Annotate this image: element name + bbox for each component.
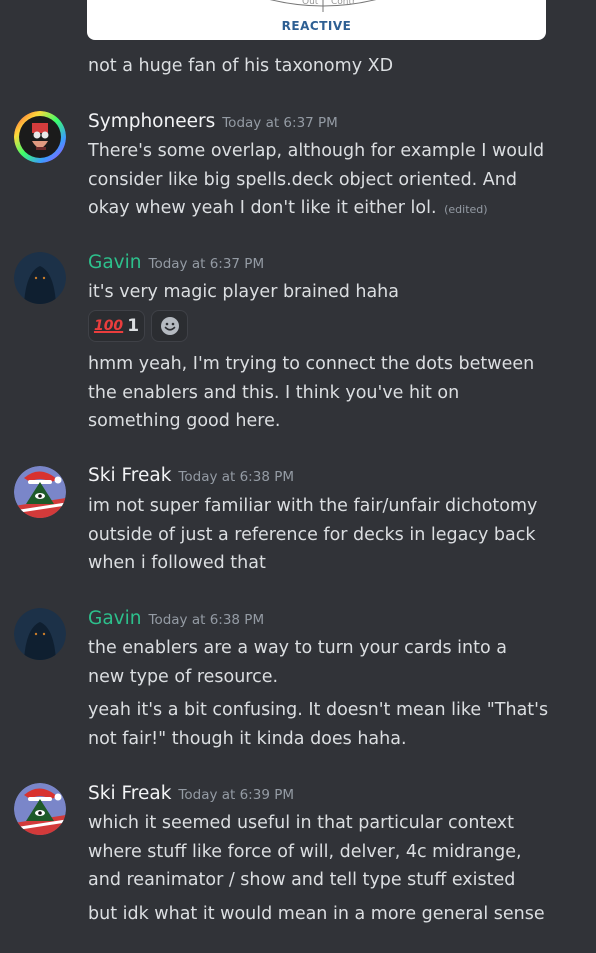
avatar-ski-freak[interactable] <box>14 783 66 835</box>
username[interactable]: Symphoneers <box>88 111 215 132</box>
message-text: not fair!" though it kinda does haha. <box>88 728 407 749</box>
edited-label: (edited) <box>444 203 488 216</box>
message-text: im not super familiar with the fair/unfa… <box>88 496 538 516</box>
timestamp[interactable]: Today at 6:37 PM <box>222 115 338 131</box>
message-header: Ski Freak Today at 6:39 PM <box>88 783 294 807</box>
message-text: the enablers and this. I think you've hi… <box>88 382 460 403</box>
embed-label: REACTIVE <box>281 19 352 33</box>
message-text: when i followed that <box>88 553 266 573</box>
message-text: consider like big spells.deck object ori… <box>88 169 517 190</box>
message-text: yeah it's a bit confusing. It doesn't me… <box>88 700 549 720</box>
message-header: Ski Freak Today at 6:38 PM <box>88 465 294 489</box>
svg-text:Out: Out <box>302 0 319 7</box>
reaction-100[interactable]: 100 1 <box>88 310 145 342</box>
username[interactable]: Ski Freak <box>88 783 171 804</box>
message-text: something good here. <box>88 411 281 431</box>
username[interactable]: Gavin <box>88 252 142 273</box>
message-text: not a huge fan of his taxonomy XD <box>88 56 394 76</box>
username[interactable]: Gavin <box>88 608 142 629</box>
message-text: it's very magic player brained haha <box>88 282 400 302</box>
message-text: where stuff like force of will, delver, … <box>88 841 522 862</box>
username[interactable]: Ski Freak <box>88 465 171 486</box>
timestamp[interactable]: Today at 6:38 PM <box>149 612 265 628</box>
message-header: Gavin Today at 6:37 PM <box>88 252 264 276</box>
message-header: Symphoneers Today at 6:37 PM <box>88 111 338 135</box>
timestamp[interactable]: Today at 6:38 PM <box>178 469 294 485</box>
message-text: okay whew yeah I don't like it either lo… <box>88 198 488 218</box>
reaction-count: 1 <box>127 316 140 336</box>
message-text: the enablers are a way to turn your card… <box>88 638 507 658</box>
add-reaction-button[interactable] <box>151 310 188 342</box>
message-text: but idk what it would mean in a more gen… <box>88 904 545 924</box>
svg-text:Contr: Contr <box>331 0 356 7</box>
avatar-ski-freak[interactable] <box>14 466 66 518</box>
avatar-gavin[interactable] <box>14 608 66 660</box>
avatar-symphoneers[interactable] <box>14 111 66 163</box>
message-text: and reanimator / show and tell type stuf… <box>88 870 516 890</box>
message-text: which it seemed useful in that particula… <box>88 813 514 833</box>
message-text: There's some overlap, although for examp… <box>88 141 545 161</box>
timestamp[interactable]: Today at 6:39 PM <box>178 787 294 803</box>
100-emoji-icon: 100 <box>93 318 124 334</box>
add-reaction-smiley-icon <box>160 317 179 335</box>
embedded-image[interactable]: Out Contr REACTIVE <box>87 0 546 40</box>
avatar-gavin[interactable] <box>14 252 66 304</box>
message-text: outside of just a reference for decks in… <box>88 524 536 545</box>
message-header: Gavin Today at 6:38 PM <box>88 608 264 632</box>
message-text: hmm yeah, I'm trying to connect the dots… <box>88 354 535 374</box>
message-text: new type of resource. <box>88 666 279 687</box>
timestamp[interactable]: Today at 6:37 PM <box>149 256 265 272</box>
